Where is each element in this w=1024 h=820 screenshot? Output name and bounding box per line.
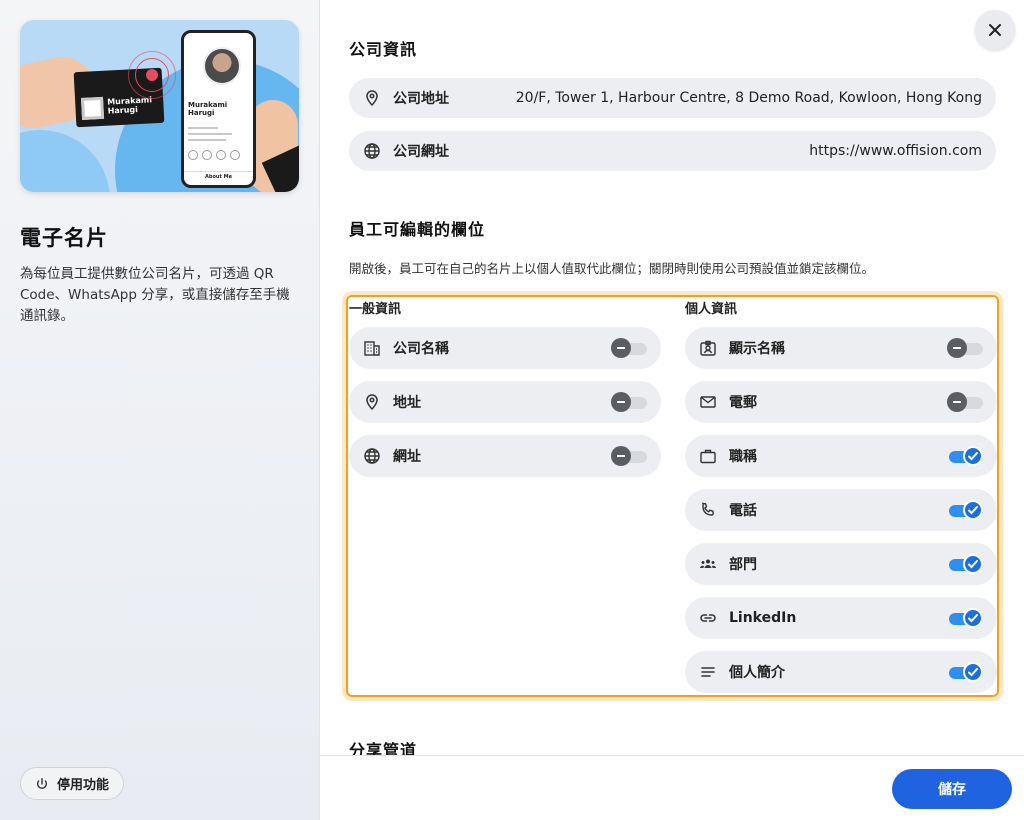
- hero-illustration: Murakami Harugi Murakami Harugi About Me: [20, 20, 299, 192]
- briefcase-icon: [699, 447, 717, 465]
- feature-title: 電子名片: [20, 226, 108, 250]
- field-label: 職稱: [729, 449, 757, 465]
- field-label: 電郵: [729, 395, 757, 411]
- company-info-heading: 公司資訊: [349, 40, 418, 59]
- field-website: 網址: [349, 435, 661, 477]
- close-icon: [989, 24, 1001, 36]
- dialog-footer: 儲存: [320, 755, 1024, 820]
- toggle-phone[interactable]: [947, 500, 983, 520]
- lines-icon: [699, 663, 717, 681]
- editable-fields-hint: 開啟後，員工可在自己的名片上以個人值取代此欄位；關閉時則使用公司預設值並鎖定該欄…: [349, 261, 875, 276]
- location-pin-icon: [363, 89, 381, 107]
- feature-description: 為每位員工提供數位公司名片，可透過 QR Code、WhatsApp 分享，或直…: [20, 266, 290, 324]
- location-pin-icon: [363, 393, 381, 411]
- field-phone: 電話: [685, 489, 997, 531]
- company-address-label: 公司地址: [393, 91, 449, 107]
- dialog-window: Murakami Harugi Murakami Harugi About Me…: [0, 0, 1024, 820]
- field-display-name: 顯示名稱: [685, 327, 997, 369]
- toggle-job-title[interactable]: [947, 446, 983, 466]
- company-website-row: 公司網址 https://www.offision.com: [349, 131, 996, 171]
- field-label: 電話: [729, 503, 757, 519]
- settings-panel: 公司資訊 公司地址 20/F, Tower 1, Harbour Centre,…: [320, 0, 1024, 820]
- avatar: [203, 47, 241, 85]
- toggle-address[interactable]: [611, 392, 647, 412]
- mail-icon: [699, 393, 717, 411]
- power-icon: [36, 777, 48, 789]
- company-website-label: 公司網址: [393, 144, 449, 160]
- company-website-value: https://www.offision.com: [809, 143, 982, 159]
- company-address-value: 20/F, Tower 1, Harbour Centre, 8 Demo Ro…: [515, 90, 982, 106]
- field-bio: 個人簡介: [685, 651, 997, 693]
- toggle-linkedin[interactable]: [947, 608, 983, 628]
- field-label: 地址: [393, 395, 421, 411]
- field-label: 部門: [729, 557, 757, 573]
- building-icon: [363, 339, 381, 357]
- toggle-bio[interactable]: [947, 662, 983, 682]
- personal-info-heading: 個人資訊: [685, 302, 738, 317]
- save-button[interactable]: 儲存: [892, 769, 1012, 809]
- phone-icon: [699, 501, 717, 519]
- group-icon: [699, 555, 717, 573]
- company-address-row: 公司地址 20/F, Tower 1, Harbour Centre, 8 De…: [349, 78, 996, 118]
- link-icon: [699, 609, 717, 627]
- toggle-department[interactable]: [947, 554, 983, 574]
- field-email: 電郵: [685, 381, 997, 423]
- editable-fields-heading: 員工可編輯的欄位: [349, 220, 486, 239]
- field-address: 地址: [349, 381, 661, 423]
- field-label: 公司名稱: [393, 341, 449, 357]
- feature-info-panel: Murakami Harugi Murakami Harugi About Me…: [0, 0, 320, 820]
- id-badge-icon: [699, 339, 717, 357]
- field-department: 部門: [685, 543, 997, 585]
- phone-mockup: Murakami Harugi About Me: [181, 30, 256, 188]
- toggle-website[interactable]: [611, 446, 647, 466]
- toggle-company-name[interactable]: [611, 338, 647, 358]
- globe-icon: [363, 447, 381, 465]
- close-button[interactable]: [975, 10, 1015, 50]
- field-label: 個人簡介: [729, 665, 785, 681]
- general-info-heading: 一般資訊: [349, 302, 402, 317]
- toggle-email[interactable]: [947, 392, 983, 412]
- disable-feature-label: 停用功能: [57, 778, 110, 793]
- field-job-title: 職稱: [685, 435, 997, 477]
- field-label: 顯示名稱: [729, 341, 785, 357]
- field-linkedin: LinkedIn: [685, 597, 997, 639]
- field-label: 網址: [393, 449, 421, 465]
- field-company-name: 公司名稱: [349, 327, 661, 369]
- globe-icon: [363, 142, 381, 160]
- disable-feature-button[interactable]: 停用功能: [20, 767, 125, 800]
- toggle-display-name[interactable]: [947, 338, 983, 358]
- field-label: LinkedIn: [729, 610, 797, 626]
